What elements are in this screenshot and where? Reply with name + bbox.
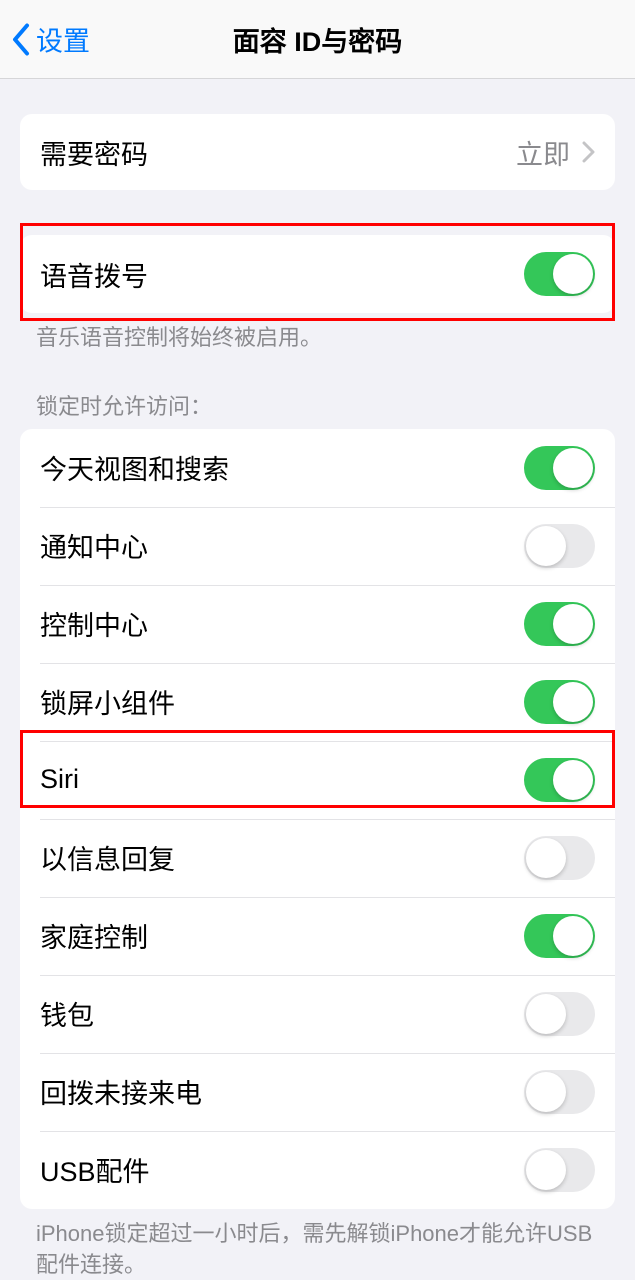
lock-access-label: 今天视图和搜索 [40,448,229,487]
lock-access-toggle[interactable] [524,1070,595,1114]
lock-access-toggle[interactable] [524,758,595,802]
lock-access-row: USB配件 [20,1131,615,1209]
lock-access-toggle[interactable] [524,1148,595,1192]
lock-access-label: Siri [40,764,79,795]
voice-dial-toggle[interactable] [524,252,595,296]
lock-access-row: 以信息回复 [20,819,615,897]
lock-access-row: 锁屏小组件 [20,663,615,741]
lock-access-toggle[interactable] [524,992,595,1036]
voice-dial-row: 语音拨号 [20,235,615,313]
voice-dial-label: 语音拨号 [40,255,148,294]
lock-access-row: 回拨未接来电 [20,1053,615,1131]
require-passcode-row[interactable]: 需要密码 立即 [20,114,615,190]
lock-access-footer: iPhone锁定超过一小时后，需先解锁iPhone才能允许USB配件连接。 [0,1209,635,1280]
lock-access-row: Siri [20,741,615,819]
back-label: 设置 [36,20,90,59]
navigation-header: 设置 面容 ID与密码 [0,0,635,79]
require-passcode-value: 立即 [516,133,570,172]
require-passcode-label: 需要密码 [40,133,148,172]
chevron-back-icon [10,22,30,56]
lock-access-toggle[interactable] [524,680,595,724]
lock-access-row: 控制中心 [20,585,615,663]
lock-access-label: 锁屏小组件 [40,682,175,721]
lock-access-label: 钱包 [40,994,94,1033]
lock-access-row: 通知中心 [20,507,615,585]
lock-access-label: 家庭控制 [40,916,148,955]
lock-access-row: 家庭控制 [20,897,615,975]
lock-access-toggle[interactable] [524,602,595,646]
lock-access-toggle[interactable] [524,914,595,958]
lock-access-label: 控制中心 [40,604,148,643]
lock-access-label: USB配件 [40,1150,150,1189]
lock-access-label: 通知中心 [40,526,148,565]
lock-access-toggle[interactable] [524,836,595,880]
lock-access-row: 钱包 [20,975,615,1053]
lock-access-toggle[interactable] [524,524,595,568]
header-title: 面容 ID与密码 [233,20,403,59]
lock-access-label: 以信息回复 [40,838,175,877]
lock-access-row: 今天视图和搜索 [20,429,615,507]
back-button[interactable]: 设置 [10,20,90,59]
voice-dial-footer: 音乐语音控制将始终被启用。 [0,313,635,354]
lock-access-toggle[interactable] [524,446,595,490]
lock-access-header: 锁定时允许访问： [0,389,635,429]
chevron-right-icon [582,141,595,163]
lock-access-label: 回拨未接来电 [40,1072,202,1111]
